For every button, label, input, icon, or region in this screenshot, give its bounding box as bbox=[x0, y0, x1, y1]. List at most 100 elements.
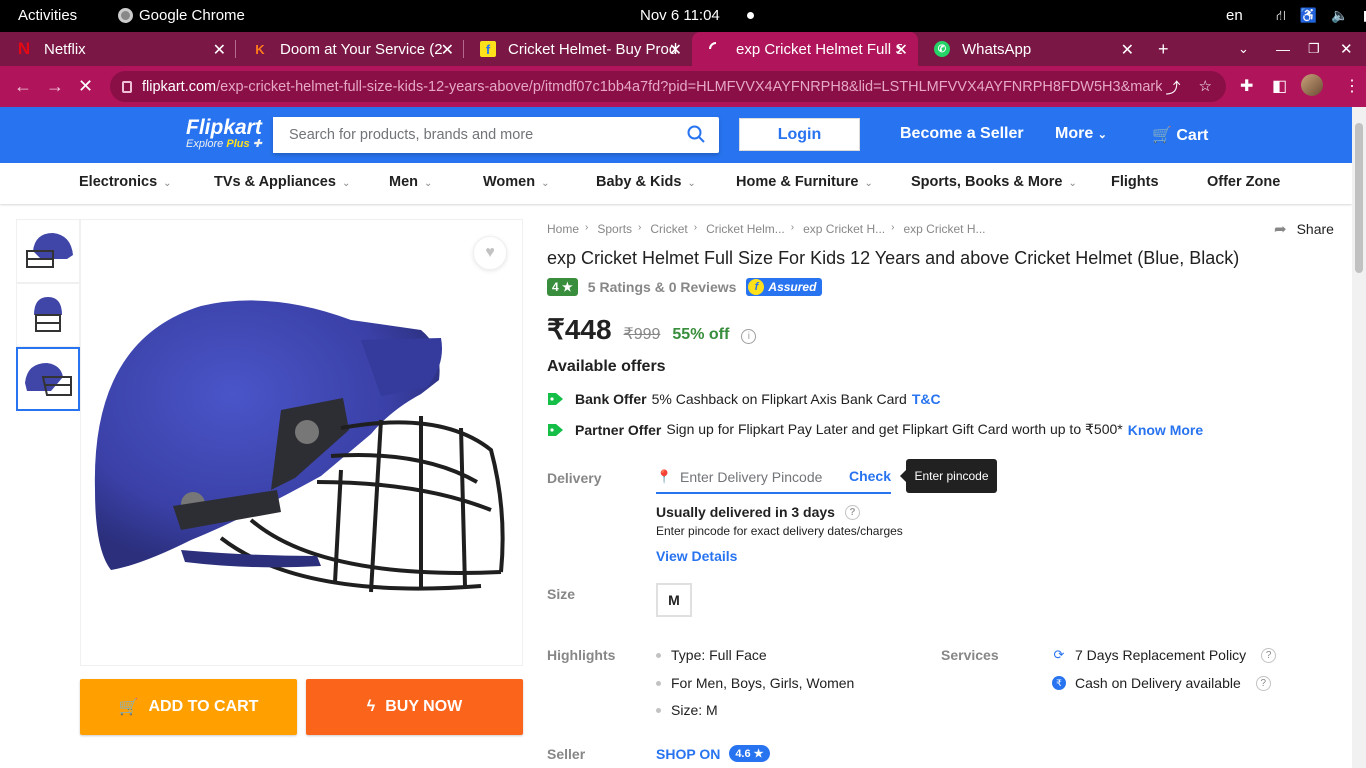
close-icon[interactable]: ✕ bbox=[669, 40, 682, 60]
chevron-down-icon: ⌄ bbox=[341, 178, 351, 189]
bullet-icon bbox=[656, 680, 661, 686]
category-flights[interactable]: Flights bbox=[1111, 174, 1159, 190]
browser-toolbar: ← → ✕ flipkart.com/exp-cricket-helmet-fu… bbox=[0, 66, 1366, 107]
offer-text: 5% Cashback on Flipkart Axis Bank Card bbox=[651, 391, 907, 407]
info-icon[interactable]: i bbox=[741, 329, 757, 344]
category-tvs-appliances[interactable]: TVs & Appliances ⌄ bbox=[214, 174, 350, 190]
app-menu[interactable]: Google Chrome bbox=[118, 7, 245, 24]
category-offer-zone[interactable]: Offer Zone bbox=[1207, 174, 1280, 190]
breadcrumb-brand[interactable]: exp Cricket H... bbox=[803, 222, 885, 236]
stop-loading-icon[interactable]: ✕ bbox=[78, 76, 93, 97]
close-icon[interactable]: ✕ bbox=[895, 40, 908, 60]
system-tray[interactable]: ⛙ ♿ 🔈 ▮ bbox=[1276, 7, 1366, 26]
category-electronics[interactable]: Electronics ⌄ bbox=[79, 174, 172, 190]
back-icon[interactable]: ← bbox=[14, 76, 32, 97]
search-input[interactable] bbox=[273, 117, 663, 153]
category-sports-books[interactable]: Sports, Books & More ⌄ bbox=[911, 174, 1077, 190]
more-menu[interactable]: More ⌄ bbox=[1055, 125, 1107, 143]
offer-tag-icon bbox=[548, 393, 563, 405]
discount-percent: 55% off bbox=[672, 326, 730, 343]
share-icon: ➦ bbox=[1274, 221, 1287, 238]
share-page-icon[interactable]: ⤴ bbox=[1166, 77, 1181, 98]
seller-name[interactable]: SHOP ON bbox=[656, 746, 720, 762]
highlights-label: Highlights bbox=[547, 647, 616, 663]
category-home-furniture[interactable]: Home & Furniture ⌄ bbox=[736, 174, 873, 190]
profile-avatar[interactable] bbox=[1301, 74, 1323, 96]
network-icon: ⛙ bbox=[1276, 7, 1286, 23]
logo-text: Flipkart bbox=[186, 116, 262, 139]
maximize-icon[interactable]: ❐ bbox=[1308, 32, 1320, 66]
become-seller-link[interactable]: Become a Seller bbox=[900, 125, 1024, 143]
cart-link[interactable]: 🛒 Cart bbox=[1152, 125, 1208, 145]
ratings-count[interactable]: 5 Ratings & 0 Reviews bbox=[588, 279, 737, 295]
delivery-subtext: Enter pincode for exact delivery dates/c… bbox=[656, 524, 903, 538]
tab-strip: N Netflix ✕ K Doom at Your Service (2 ✕ … bbox=[0, 32, 1366, 66]
delivery-label: Delivery bbox=[547, 470, 602, 486]
view-details-link[interactable]: View Details bbox=[656, 548, 737, 564]
page-scrollbar[interactable] bbox=[1352, 107, 1366, 768]
close-icon[interactable]: ✕ bbox=[441, 40, 454, 60]
category-bar: Electronics ⌄ TVs & Appliances ⌄ Men ⌄ Wome… bbox=[0, 163, 1352, 204]
delivery-estimate-text: Usually delivered in 3 days bbox=[656, 504, 835, 520]
buy-now-button[interactable]: ϟ BUY NOW bbox=[306, 679, 523, 735]
side-panel-icon[interactable]: ◧ bbox=[1272, 76, 1287, 96]
new-tab-button[interactable]: + bbox=[1158, 32, 1169, 66]
category-men[interactable]: Men ⌄ bbox=[389, 174, 432, 190]
add-to-cart-button[interactable]: 🛒 ADD TO CART bbox=[80, 679, 297, 735]
breadcrumb-cricket-helmet[interactable]: Cricket Helm... bbox=[706, 222, 785, 236]
tab-doom[interactable]: K Doom at Your Service (2 ✕ bbox=[236, 32, 464, 66]
wishlist-heart-icon[interactable]: ♥ bbox=[473, 236, 507, 270]
breadcrumb-cricket[interactable]: Cricket bbox=[650, 222, 687, 236]
tab-whatsapp[interactable]: ✆ WhatsApp ✕ bbox=[918, 32, 1144, 66]
scrollbar-thumb[interactable] bbox=[1355, 123, 1363, 273]
check-pincode-button[interactable]: Check bbox=[849, 468, 891, 484]
tab-exp-cricket-helmet[interactable]: exp Cricket Helmet Full S ✕ bbox=[692, 32, 918, 66]
help-icon[interactable]: ? bbox=[1255, 675, 1271, 691]
category-women[interactable]: Women ⌄ bbox=[483, 174, 550, 190]
thumbnail-1[interactable] bbox=[16, 219, 80, 283]
language-indicator[interactable]: en bbox=[1226, 7, 1243, 24]
helmet-thumbnail-image bbox=[25, 363, 72, 396]
minimize-icon[interactable]: — bbox=[1276, 32, 1290, 66]
chevron-down-icon: ⌄ bbox=[541, 178, 550, 189]
rating-badge[interactable]: 4 ★ bbox=[547, 278, 578, 296]
login-button[interactable]: Login bbox=[739, 118, 860, 151]
bookmark-star-icon[interactable]: ☆ bbox=[1199, 77, 1212, 98]
help-icon[interactable]: ? bbox=[844, 504, 860, 520]
tab-netflix[interactable]: N Netflix ✕ bbox=[0, 32, 236, 66]
offer-type: Partner Offer bbox=[575, 421, 662, 438]
tab-search-icon[interactable]: ⌄ bbox=[1238, 32, 1249, 66]
clock[interactable]: Nov 6 11:04 bbox=[640, 7, 720, 24]
product-title: exp Cricket Helmet Full Size For Kids 12… bbox=[547, 248, 1240, 268]
assured-icon: f bbox=[748, 279, 765, 295]
chrome-menu-icon[interactable]: ⋮ bbox=[1344, 76, 1360, 96]
forward-icon[interactable]: → bbox=[46, 76, 64, 97]
activities-button[interactable]: Activities bbox=[18, 7, 77, 24]
tab-cricket-helmet-list[interactable]: f Cricket Helmet- Buy Prod ✕ bbox=[464, 32, 692, 66]
thumbnail-2[interactable] bbox=[16, 283, 80, 347]
bullet-icon bbox=[656, 652, 661, 658]
share-button[interactable]: ➦ Share bbox=[1274, 220, 1334, 238]
category-baby-kids[interactable]: Baby & Kids ⌄ bbox=[596, 174, 696, 190]
close-icon[interactable]: ✕ bbox=[213, 40, 226, 60]
address-bar[interactable]: flipkart.com/exp-cricket-helmet-full-siz… bbox=[110, 71, 1226, 102]
know-more-link[interactable]: Know More bbox=[1128, 422, 1203, 438]
close-window-icon[interactable]: ✕ bbox=[1340, 32, 1353, 66]
thumbnail-3[interactable] bbox=[16, 347, 80, 411]
pincode-input[interactable] bbox=[680, 469, 850, 485]
size-option-m[interactable]: M bbox=[656, 583, 692, 617]
chevron-down-icon: ⌄ bbox=[687, 178, 696, 189]
product-main-image[interactable]: ♥ bbox=[80, 219, 523, 666]
chevron-down-icon: ⌄ bbox=[1068, 178, 1077, 189]
flipkart-logo[interactable]: Flipkart Explore Plus ✚ bbox=[186, 116, 262, 150]
extensions-icon[interactable]: ✚ bbox=[1240, 76, 1253, 96]
cart-label: Cart bbox=[1176, 127, 1209, 144]
breadcrumb-sports[interactable]: Sports bbox=[597, 222, 632, 236]
size-label: Size bbox=[547, 586, 576, 602]
search-icon[interactable] bbox=[687, 125, 705, 143]
breadcrumb-home[interactable]: Home bbox=[547, 222, 579, 236]
tc-link[interactable]: T&C bbox=[912, 391, 941, 407]
help-icon[interactable]: ? bbox=[1261, 647, 1277, 663]
close-icon[interactable]: ✕ bbox=[1121, 40, 1134, 60]
chevron-right-icon: › bbox=[891, 222, 895, 233]
